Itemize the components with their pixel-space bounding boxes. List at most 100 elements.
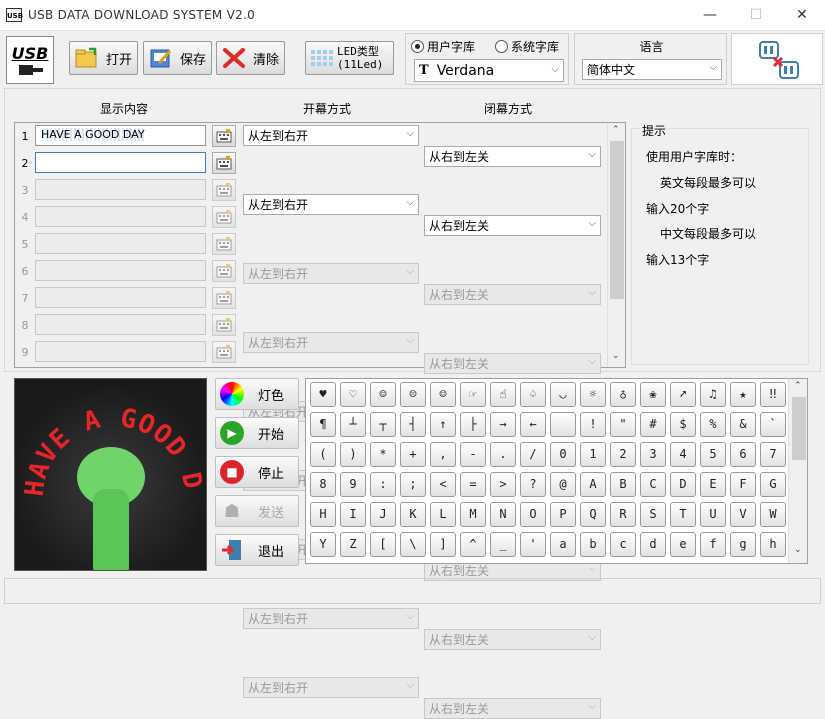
char-key[interactable]: \ [400, 532, 426, 557]
char-key[interactable]: C [640, 472, 666, 497]
segment-text-input[interactable] [35, 314, 206, 335]
close-mode-select[interactable]: 从右到左关 ⌵ [424, 284, 601, 305]
scroll-up-icon[interactable]: ⌃ [612, 125, 620, 135]
segment-edit-button[interactable] [212, 260, 236, 282]
char-key[interactable]: S [640, 502, 666, 527]
char-key[interactable]: ! [580, 412, 606, 437]
char-key[interactable]: h [760, 532, 786, 557]
char-key[interactable]: A [580, 472, 606, 497]
char-key[interactable] [550, 412, 576, 437]
char-key[interactable]: 2 [610, 442, 636, 467]
char-key[interactable]: + [400, 442, 426, 467]
char-key[interactable]: > [490, 472, 516, 497]
char-key[interactable]: 6 [730, 442, 756, 467]
char-key[interactable]: 9 [340, 472, 366, 497]
close-mode-select[interactable]: 从右到左关 ⌵ [424, 215, 601, 236]
char-key[interactable]: $ [670, 412, 696, 437]
char-key[interactable]: J [370, 502, 396, 527]
char-key[interactable]: ♁ [610, 382, 636, 407]
char-key[interactable]: # [640, 412, 666, 437]
char-key[interactable]: ├ [460, 412, 486, 437]
start-button[interactable]: ▶ 开始 [215, 417, 299, 449]
char-key[interactable]: K [400, 502, 426, 527]
light-color-button[interactable]: 灯色 [215, 378, 299, 410]
char-key[interactable]: ☞ [460, 382, 486, 407]
char-key[interactable]: V [730, 502, 756, 527]
char-key[interactable]: ; [400, 472, 426, 497]
save-button[interactable]: 保存 [143, 41, 212, 75]
segment-text-input[interactable] [35, 179, 206, 200]
char-key[interactable]: O [520, 502, 546, 527]
char-key[interactable]: 8 [310, 472, 336, 497]
segment-text-input[interactable] [35, 287, 206, 308]
open-mode-select[interactable]: 从左到右开 ⌵ [243, 263, 419, 284]
char-key[interactable]: d [640, 532, 666, 557]
close-mode-select[interactable]: 从右到左关 ⌵ [424, 353, 601, 374]
char-key[interactable]: " [610, 412, 636, 437]
char-key[interactable]: * [370, 442, 396, 467]
char-key[interactable]: M [460, 502, 486, 527]
char-key[interactable]: ☼ [580, 382, 606, 407]
char-key[interactable]: Q [580, 502, 606, 527]
char-key[interactable]: . [490, 442, 516, 467]
char-key[interactable]: ➚ [670, 382, 696, 407]
char-key[interactable]: [ [370, 532, 396, 557]
segment-text-input[interactable] [35, 206, 206, 227]
char-key[interactable]: ★ [730, 382, 756, 407]
char-key[interactable]: P [550, 502, 576, 527]
char-key[interactable]: R [610, 502, 636, 527]
char-key[interactable]: / [520, 442, 546, 467]
char-key[interactable]: D [670, 472, 696, 497]
char-key[interactable]: 1 [580, 442, 606, 467]
char-key[interactable]: ☝ [490, 382, 516, 407]
char-key[interactable]: < [430, 472, 456, 497]
char-key[interactable]: I [340, 502, 366, 527]
close-button[interactable]: ✕ [779, 0, 825, 31]
char-key[interactable]: b [580, 532, 606, 557]
char-key[interactable]: : [370, 472, 396, 497]
send-button[interactable]: ☗ 发送 [215, 495, 299, 527]
scroll-down-icon[interactable]: ⌄ [612, 351, 620, 361]
char-key[interactable]: & [730, 412, 756, 437]
char-key[interactable]: T [670, 502, 696, 527]
segment-edit-button[interactable] [212, 314, 236, 336]
scrollbar-thumb[interactable] [610, 141, 624, 299]
char-key[interactable]: Z [340, 532, 366, 557]
keyboard-scrollbar[interactable]: ⌃ ⌄ [788, 379, 807, 563]
char-key[interactable]: ┬ [370, 412, 396, 437]
scrollbar-thumb[interactable] [792, 397, 806, 460]
segment-text-input[interactable] [35, 233, 206, 254]
char-key[interactable]: ♡ [340, 382, 366, 407]
minimize-button[interactable]: — [687, 0, 733, 31]
scroll-down-icon[interactable]: ⌄ [794, 545, 802, 555]
char-key[interactable]: ← [520, 412, 546, 437]
char-key[interactable]: g [730, 532, 756, 557]
clear-button[interactable]: 清除 [216, 41, 285, 75]
segment-text-input[interactable]: HAVE A GOOD DAY [35, 125, 206, 146]
char-key[interactable]: ¶ [310, 412, 336, 437]
char-key[interactable]: ◡ [550, 382, 576, 407]
char-key[interactable]: ` [760, 412, 786, 437]
char-key[interactable]: ↑ [430, 412, 456, 437]
char-key[interactable]: L [430, 502, 456, 527]
char-key[interactable]: a [550, 532, 576, 557]
char-key[interactable]: → [490, 412, 516, 437]
char-key[interactable]: ♫ [700, 382, 726, 407]
led-type-button[interactable]: LED类型 (11Led) [305, 41, 394, 75]
char-key[interactable]: ☹ [400, 382, 426, 407]
scroll-up-icon[interactable]: ⌃ [794, 381, 802, 391]
char-key[interactable]: ☺ [370, 382, 396, 407]
char-key[interactable]: ❀ [640, 382, 666, 407]
char-key[interactable]: ) [340, 442, 366, 467]
segment-edit-button[interactable] [212, 206, 236, 228]
segment-edit-button[interactable] [212, 341, 236, 363]
char-key[interactable]: ♥ [310, 382, 336, 407]
segment-text-input[interactable] [35, 152, 206, 173]
table-scrollbar[interactable]: ⌃ ⌄ [607, 123, 625, 367]
language-select[interactable]: 简体中文 ⌵ [582, 59, 722, 80]
char-key[interactable]: 0 [550, 442, 576, 467]
char-key[interactable]: N [490, 502, 516, 527]
char-key[interactable]: ^ [460, 532, 486, 557]
close-mode-select[interactable]: 从右到左关 ⌵ [424, 146, 601, 167]
char-key[interactable]: B [610, 472, 636, 497]
